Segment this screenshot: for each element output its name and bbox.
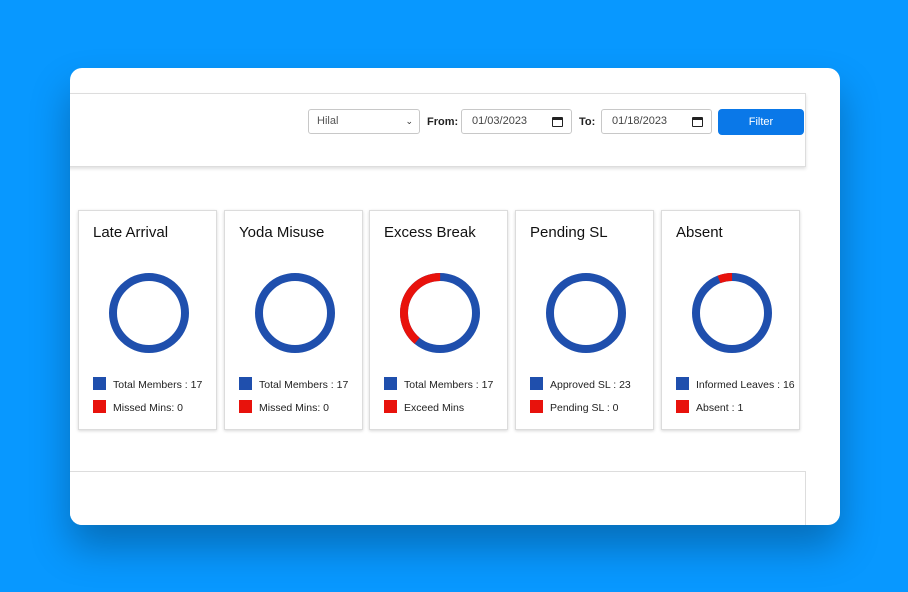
legend-swatch-red — [530, 400, 543, 413]
calendar-icon[interactable] — [552, 117, 563, 127]
card-title: Pending SL — [530, 224, 608, 241]
user-select[interactable]: Hilal ⌄ — [308, 109, 420, 134]
card-pending-sl: Pending SL Approved SL : 23 Pending SL :… — [515, 210, 654, 430]
legend-text: Missed Mins: 0 — [259, 402, 330, 414]
legend-item: Total Members : 17 — [239, 377, 348, 391]
legend-swatch-red — [93, 400, 106, 413]
legend-item: Exceed Mins — [384, 400, 464, 414]
card-title: Late Arrival — [93, 224, 169, 241]
filter-button[interactable]: Filter — [718, 109, 804, 135]
donut-segment-red — [400, 273, 480, 353]
legend-swatch-blue — [93, 377, 106, 390]
legend-swatch-blue — [239, 377, 252, 390]
legend-item: Pending SL : 0 — [530, 400, 619, 414]
card-late-arrival: Late Arrival Total Members : 17 Missed M… — [78, 210, 217, 430]
card-title: Excess Break — [384, 224, 476, 241]
legend-item: Total Members : 17 — [93, 377, 202, 391]
legend-swatch-red — [676, 400, 689, 413]
to-date-value: 01/18/2023 — [612, 115, 668, 127]
card-excess-break: Excess Break Total Members : 17 Exceed M… — [369, 210, 508, 430]
legend-text: Total Members : 17 — [113, 379, 203, 391]
donut-chart — [546, 273, 626, 353]
donut-segment-red — [692, 273, 772, 353]
legend-text: Informed Leaves : 16 — [696, 379, 795, 391]
calendar-icon[interactable] — [692, 117, 703, 127]
to-date-input[interactable]: 01/18/2023 — [601, 109, 712, 134]
bottom-panel — [70, 471, 806, 525]
user-select-value: Hilal — [317, 115, 339, 127]
card-yoda-misuse: Yoda Misuse Total Members : 17 Missed Mi… — [224, 210, 363, 430]
donut-chart — [692, 273, 772, 353]
donut-chart — [400, 273, 480, 353]
legend-item: Missed Mins: 0 — [239, 400, 329, 414]
donut-segment-blue — [546, 273, 626, 353]
donut-segment-blue — [692, 273, 772, 353]
legend-swatch-red — [239, 400, 252, 413]
legend-item: Absent : 1 — [676, 400, 743, 414]
chevron-down-icon: ⌄ — [405, 116, 413, 126]
card-absent: Absent Informed Leaves : 16 Absent : 1 — [661, 210, 800, 430]
donut-chart — [109, 273, 189, 353]
legend-swatch-red — [384, 400, 397, 413]
donut-chart — [255, 273, 335, 353]
legend-item: Approved SL : 23 — [530, 377, 631, 391]
legend-swatch-blue — [384, 377, 397, 390]
legend-item: Total Members : 17 — [384, 377, 493, 391]
legend-swatch-blue — [676, 377, 689, 390]
filter-bar: Hilal ⌄ From: 01/03/2023 To: 01/18/2023 … — [70, 93, 806, 167]
donut-segment-blue — [109, 273, 189, 353]
legend-text: Missed Mins: 0 — [113, 402, 184, 414]
legend-item: Informed Leaves : 16 — [676, 377, 795, 391]
from-date-value: 01/03/2023 — [472, 115, 528, 127]
from-label: From: — [427, 116, 459, 128]
legend-text: Approved SL : 23 — [550, 379, 631, 391]
legend-swatch-blue — [530, 377, 543, 390]
card-title: Yoda Misuse — [239, 224, 325, 241]
legend-text: Total Members : 17 — [259, 379, 349, 391]
donut-segment-blue — [255, 273, 335, 353]
dashboard-window: Hilal ⌄ From: 01/03/2023 To: 01/18/2023 … — [70, 68, 840, 525]
card-title: Absent — [676, 224, 723, 241]
legend-text: Exceed Mins — [404, 402, 465, 414]
legend-item: Missed Mins: 0 — [93, 400, 183, 414]
to-label: To: — [579, 116, 596, 128]
from-date-input[interactable]: 01/03/2023 — [461, 109, 572, 134]
legend-text: Total Members : 17 — [404, 379, 494, 391]
legend-text: Pending SL : 0 — [550, 402, 619, 414]
legend-text: Absent : 1 — [696, 402, 744, 414]
